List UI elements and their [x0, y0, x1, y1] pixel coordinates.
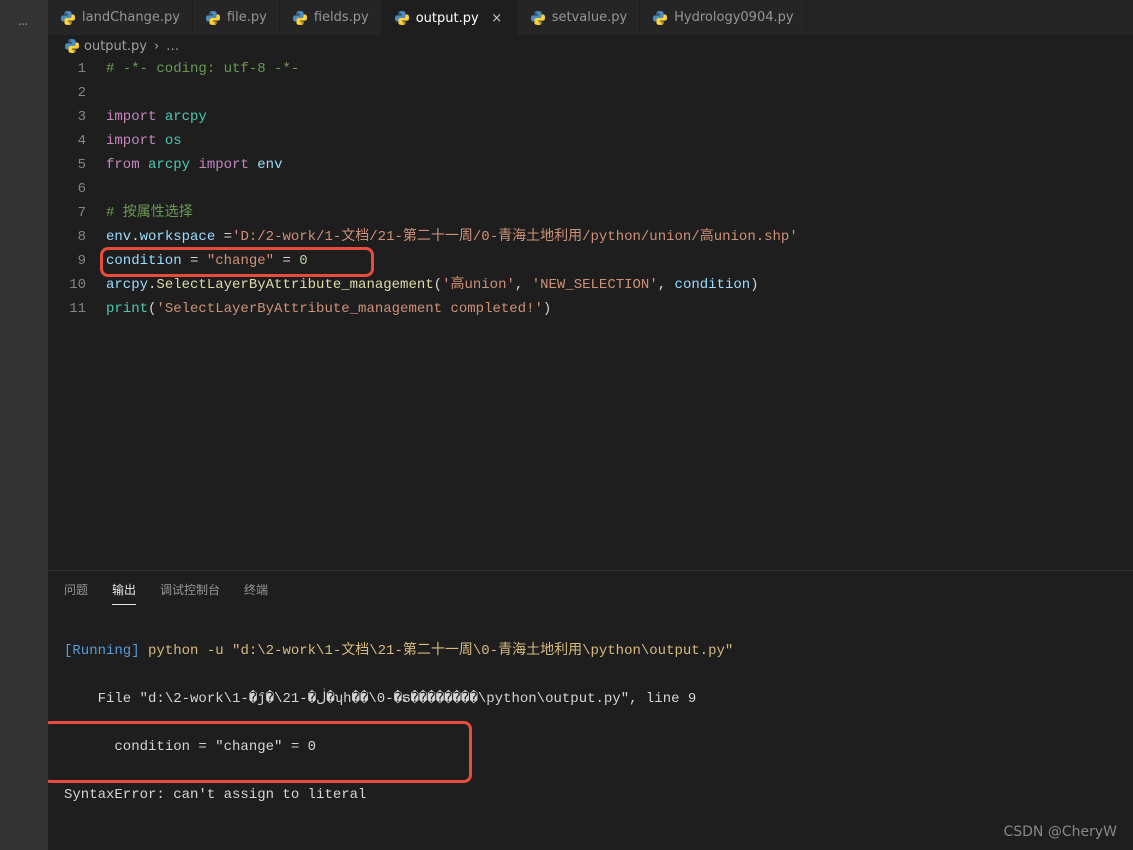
tab-setvalue[interactable]: setvalue.py [518, 0, 640, 35]
line-number: 2 [48, 81, 86, 105]
editor-tabs: landChange.py file.py fields.py output.p… [48, 0, 1133, 35]
python-icon [64, 38, 80, 54]
tab-label: fields.py [314, 10, 369, 25]
close-icon[interactable]: × [489, 11, 505, 26]
breadcrumb[interactable]: output.py › … [48, 35, 1133, 57]
bottom-panel: 问题 输出 调试控制台 终端 [Running] python -u "d:\2… [48, 570, 1133, 850]
main-area: landChange.py file.py fields.py output.p… [48, 0, 1133, 850]
more-icon[interactable]: … [0, 0, 48, 42]
panel-tabs: 问题 输出 调试控制台 终端 [48, 571, 1133, 605]
line-number: 3 [48, 105, 86, 129]
tab-label: output.py [416, 11, 479, 26]
code-editor[interactable]: 1 2 3 4 5 6 7 8 9 10 11 # -*- coding: ut… [48, 57, 1133, 570]
tab-hydrology[interactable]: Hydrology0904.py [640, 0, 806, 35]
line-number: 10 [48, 273, 86, 297]
code-content[interactable]: # -*- coding: utf-8 -*- import arcpy imp… [106, 57, 1133, 570]
breadcrumb-file: output.py [84, 39, 147, 54]
breadcrumb-symbol: … [166, 39, 179, 54]
line-number: 1 [48, 57, 86, 81]
panel-tab-problems[interactable]: 问题 [64, 581, 88, 605]
line-number: 4 [48, 129, 86, 153]
watermark: CSDN @CheryW [1003, 824, 1117, 840]
terminal-output[interactable]: [Running] python -u "d:\2-work\1-文档\21-第… [48, 605, 1133, 850]
tab-fields[interactable]: fields.py [280, 0, 382, 35]
line-number: 7 [48, 201, 86, 225]
tab-label: Hydrology0904.py [674, 10, 793, 25]
panel-tab-terminal[interactable]: 终端 [244, 581, 268, 605]
line-number: 5 [48, 153, 86, 177]
python-icon [205, 10, 221, 26]
tab-label: landChange.py [82, 10, 180, 25]
tab-file[interactable]: file.py [193, 0, 280, 35]
tab-output[interactable]: output.py × [382, 0, 518, 35]
python-icon [530, 10, 546, 26]
line-numbers: 1 2 3 4 5 6 7 8 9 10 11 [48, 57, 106, 570]
chevron-right-icon: › [154, 39, 159, 54]
line-number: 8 [48, 225, 86, 249]
tab-label: setvalue.py [552, 10, 627, 25]
python-icon [292, 10, 308, 26]
python-icon [60, 10, 76, 26]
python-icon [394, 10, 410, 26]
line-number: 9 [48, 249, 86, 273]
panel-tab-output[interactable]: 输出 [112, 581, 136, 605]
line-number: 6 [48, 177, 86, 201]
activity-bar: … [0, 0, 48, 850]
tab-label: file.py [227, 10, 267, 25]
panel-tab-debug[interactable]: 调试控制台 [160, 581, 220, 605]
line-number: 11 [48, 297, 86, 321]
tab-landchange[interactable]: landChange.py [48, 0, 193, 35]
python-icon [652, 10, 668, 26]
